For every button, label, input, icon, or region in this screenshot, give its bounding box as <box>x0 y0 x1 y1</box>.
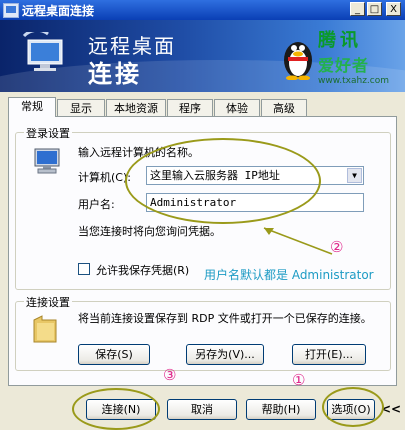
collapse-chevron-icon[interactable]: << <box>381 402 401 416</box>
computer-label: 计算机(C): <box>78 171 131 184</box>
tab-experience[interactable]: 体验 <box>214 99 260 116</box>
annotation-oval-options <box>322 387 384 427</box>
title-bar[interactable]: 远程桌面连接 _ □ X <box>0 0 405 20</box>
save-credentials-checkbox[interactable] <box>78 263 90 275</box>
save-button[interactable]: 保存(S) <box>78 344 150 365</box>
watermark-line2: 爱好者 <box>318 56 370 75</box>
header-banner: 远程桌面 连接 腾讯 爱好者 www.txahz.com <box>0 20 405 92</box>
connection-settings-group: 连接设置 将当前连接设置保存到 RDP 文件或打开一个已保存的连接。 保存(S)… <box>15 294 391 371</box>
remote-desktop-app-icon <box>3 3 19 18</box>
cancel-button[interactable]: 取消 <box>167 399 237 420</box>
help-button[interactable]: 帮助(H) <box>246 399 316 420</box>
credential-note: 当您连接时将向您询问凭据。 <box>78 225 221 238</box>
open-button[interactable]: 打开(E)... <box>292 344 366 365</box>
annotation-oval-connect <box>72 388 160 430</box>
site-watermark: 腾讯 爱好者 www.txahz.com <box>318 26 404 86</box>
penguin-mascot-icon <box>284 42 312 80</box>
chevron-down-icon[interactable]: ▼ <box>347 168 362 183</box>
tab-general[interactable]: 常规 <box>8 97 56 117</box>
minimize-button[interactable]: _ <box>350 2 365 16</box>
computer-icon <box>34 148 60 174</box>
banner-title-line2: 连接 <box>88 60 142 88</box>
annotation-marker-1: ① <box>292 371 306 389</box>
maximize-button[interactable]: □ <box>367 2 382 16</box>
login-settings-label: 登录设置 <box>24 125 72 141</box>
annotation-marker-2: ② <box>330 238 344 256</box>
window-title: 远程桌面连接 <box>22 4 95 18</box>
annotation-note-username: 用户名默认都是 Administrator <box>204 268 374 282</box>
connection-description: 将当前连接设置保存到 RDP 文件或打开一个已保存的连接。 <box>78 312 372 325</box>
username-label: 用户名: <box>78 198 115 211</box>
tab-advanced[interactable]: 高级 <box>261 99 307 116</box>
annotation-arrow-icon <box>263 227 333 255</box>
annotation-marker-3: ③ <box>163 366 177 384</box>
tab-display[interactable]: 显示 <box>57 99 105 116</box>
watermark-url: www.txahz.com <box>318 76 389 86</box>
tab-local-resources[interactable]: 本地资源 <box>106 99 166 116</box>
tab-programs[interactable]: 程序 <box>167 99 213 116</box>
close-button[interactable]: X <box>386 2 401 16</box>
watermark-line1: 腾讯 <box>318 30 362 51</box>
annotation-oval-login-fields <box>125 138 321 224</box>
connection-settings-label: 连接设置 <box>24 294 72 310</box>
monitor-icon <box>22 32 63 71</box>
save-credentials-label: 允许我保存凭据(R) <box>96 264 190 277</box>
folder-icon <box>33 315 57 343</box>
save-as-button[interactable]: 另存为(V)... <box>186 344 264 365</box>
